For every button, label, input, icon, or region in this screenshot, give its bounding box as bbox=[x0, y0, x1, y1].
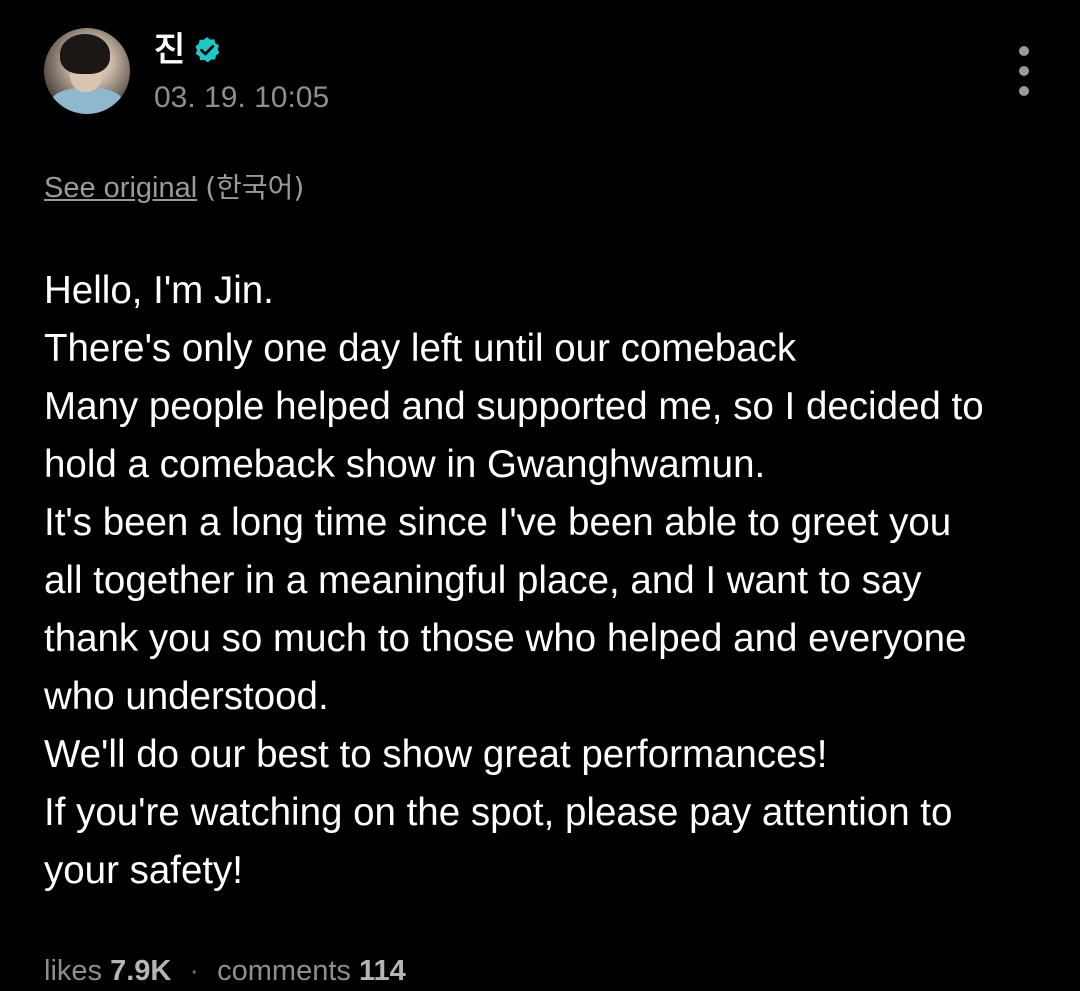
see-original-link[interactable]: See original bbox=[44, 172, 197, 204]
post-timestamp: 03. 19. 10:05 bbox=[154, 81, 330, 114]
comments-stat[interactable]: comments 114 bbox=[217, 955, 406, 987]
comments-count: 114 bbox=[358, 955, 406, 987]
post-body-line: who understood. bbox=[44, 675, 329, 718]
post-body-line: hold a comeback show in Gwanghwamun. bbox=[44, 443, 766, 486]
post-body-line: thank you so much to those who helped an… bbox=[44, 617, 967, 660]
avatar-hair bbox=[60, 34, 110, 74]
post-body-line: Many people helped and supported me, so … bbox=[44, 385, 984, 428]
post-body-line: If you're watching on the spot, please p… bbox=[44, 791, 953, 834]
verified-badge-icon bbox=[193, 36, 221, 64]
post-body: Hello, I'm Jin. There's only one day lef… bbox=[44, 262, 1044, 900]
post-body-line: There's only one day left until our come… bbox=[44, 327, 797, 370]
likes-count: 7.9K bbox=[110, 955, 172, 987]
author-row: 진 bbox=[154, 30, 221, 70]
author-name[interactable]: 진 bbox=[154, 30, 185, 70]
more-vertical-icon-dot bbox=[1019, 86, 1029, 96]
likes-label: likes bbox=[44, 955, 103, 987]
author-avatar[interactable] bbox=[44, 28, 130, 114]
stats-separator: · bbox=[189, 955, 200, 987]
post-body-line: your safety! bbox=[44, 849, 244, 892]
original-language-label: (한국어) bbox=[205, 171, 305, 204]
post-body-line: Hello, I'm Jin. bbox=[44, 269, 274, 312]
comments-label: comments bbox=[217, 955, 351, 987]
post-header: 진 03. 19. 10:05 bbox=[44, 28, 1036, 116]
more-vertical-icon bbox=[1019, 46, 1029, 56]
post-body-line: all together in a meaningful place, and … bbox=[44, 559, 922, 602]
post-stats: likes 7.9K · comments 114 bbox=[44, 952, 406, 990]
post-body-line: It's been a long time since I've been ab… bbox=[44, 501, 952, 544]
post-body-line: We'll do our best to show great performa… bbox=[44, 733, 828, 776]
more-vertical-icon-dot bbox=[1019, 66, 1029, 76]
likes-stat[interactable]: likes 7.9K bbox=[44, 955, 179, 987]
more-options-button[interactable] bbox=[1012, 46, 1036, 96]
translation-notice: See original (한국어) bbox=[44, 170, 304, 206]
